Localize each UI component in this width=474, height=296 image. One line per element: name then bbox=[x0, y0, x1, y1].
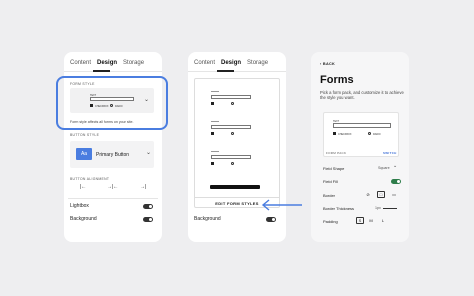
form-pack-label: FORM PACK bbox=[326, 151, 347, 155]
border-thickness-slider[interactable] bbox=[383, 208, 397, 209]
tab-storage[interactable]: Storage bbox=[123, 60, 144, 66]
mini-text-field bbox=[333, 123, 391, 128]
tab-content[interactable]: Content bbox=[70, 60, 91, 66]
align-left-icon[interactable]: |← bbox=[80, 184, 86, 190]
field-fill-label: Field Fill bbox=[323, 179, 338, 184]
padding-option-l[interactable]: L bbox=[379, 217, 387, 224]
active-tab-indicator bbox=[217, 70, 234, 72]
arrow-left-icon bbox=[261, 199, 302, 211]
button-alignment-label: BUTTON ALIGNMENT bbox=[70, 177, 110, 181]
back-label: BACK bbox=[322, 62, 336, 66]
preview-checkbox-icon bbox=[211, 132, 214, 135]
page-title: Forms bbox=[320, 74, 354, 86]
field-fill-toggle[interactable] bbox=[391, 179, 401, 184]
background-label: Background bbox=[194, 216, 221, 222]
preview-checkbox-icon bbox=[211, 102, 214, 105]
field-shape-value[interactable]: Square bbox=[378, 166, 390, 170]
mini-checkbox-icon bbox=[333, 132, 336, 135]
form-style-highlight bbox=[56, 76, 168, 130]
align-center-icon[interactable]: →|← bbox=[107, 184, 118, 190]
preview-submit-button bbox=[210, 185, 260, 189]
tab-divider bbox=[64, 71, 162, 72]
border-thickness-label: Border Thickness bbox=[323, 206, 355, 211]
preview-radio-icon bbox=[231, 132, 234, 135]
border-none-icon[interactable]: ⊘ bbox=[364, 191, 372, 198]
preview-line bbox=[211, 91, 219, 92]
tab-design[interactable]: Design bbox=[97, 60, 117, 66]
switch-link[interactable]: SWITCH bbox=[383, 151, 397, 155]
border-label: Border bbox=[323, 193, 336, 198]
preview-radio-icon bbox=[231, 162, 234, 165]
padding-option-m[interactable]: M bbox=[367, 217, 375, 224]
preview-radio-icon bbox=[231, 102, 234, 105]
tab-design[interactable]: Design bbox=[221, 60, 241, 66]
preview-checkbox-icon bbox=[211, 162, 214, 165]
button-sample: Aa bbox=[76, 148, 92, 160]
field-shape-label: Field Shape bbox=[323, 166, 345, 171]
page-description: Pick a form pack, and customize it to ac… bbox=[320, 90, 404, 101]
active-tab-indicator bbox=[93, 70, 110, 72]
mini-radio-icon bbox=[368, 132, 371, 135]
chevron-down-icon[interactable]: ⌄ bbox=[393, 163, 397, 169]
tab-divider bbox=[188, 71, 286, 72]
border-box-icon[interactable]: □ bbox=[377, 191, 385, 198]
preview-line bbox=[211, 151, 219, 152]
preview-field bbox=[211, 125, 251, 129]
preview-field bbox=[211, 95, 251, 99]
lightbox-toggle[interactable] bbox=[143, 204, 153, 209]
tab-bar: Content Design Storage bbox=[194, 60, 280, 66]
preview-line bbox=[211, 121, 219, 122]
divider bbox=[68, 198, 158, 199]
chevron-down-icon[interactable]: ⌄ bbox=[146, 149, 151, 156]
button-style-label: BUTTON STYLE bbox=[70, 133, 100, 137]
tab-bar: Content Design Storage bbox=[70, 60, 156, 66]
preview-field bbox=[211, 155, 251, 159]
mini-radio-label: RADIO bbox=[373, 132, 381, 136]
button-style-name: Primary Button bbox=[96, 152, 130, 158]
back-button[interactable]: ‹ BACK bbox=[320, 62, 335, 66]
padding-label: Padding bbox=[323, 219, 338, 224]
lightbox-label: Lightbox bbox=[70, 203, 89, 209]
background-toggle[interactable] bbox=[143, 217, 153, 222]
background-toggle[interactable] bbox=[266, 217, 276, 222]
background-label: Background bbox=[70, 216, 97, 222]
tab-content[interactable]: Content bbox=[194, 60, 215, 66]
padding-option-s[interactable]: S bbox=[356, 217, 364, 224]
align-right-icon[interactable]: →| bbox=[140, 184, 146, 190]
border-thickness-value: 1px bbox=[375, 206, 381, 210]
border-bottom-icon[interactable]: ▭ bbox=[390, 191, 398, 198]
tab-storage[interactable]: Storage bbox=[247, 60, 268, 66]
mini-checkbox-label: CHECKBOX bbox=[338, 132, 352, 136]
